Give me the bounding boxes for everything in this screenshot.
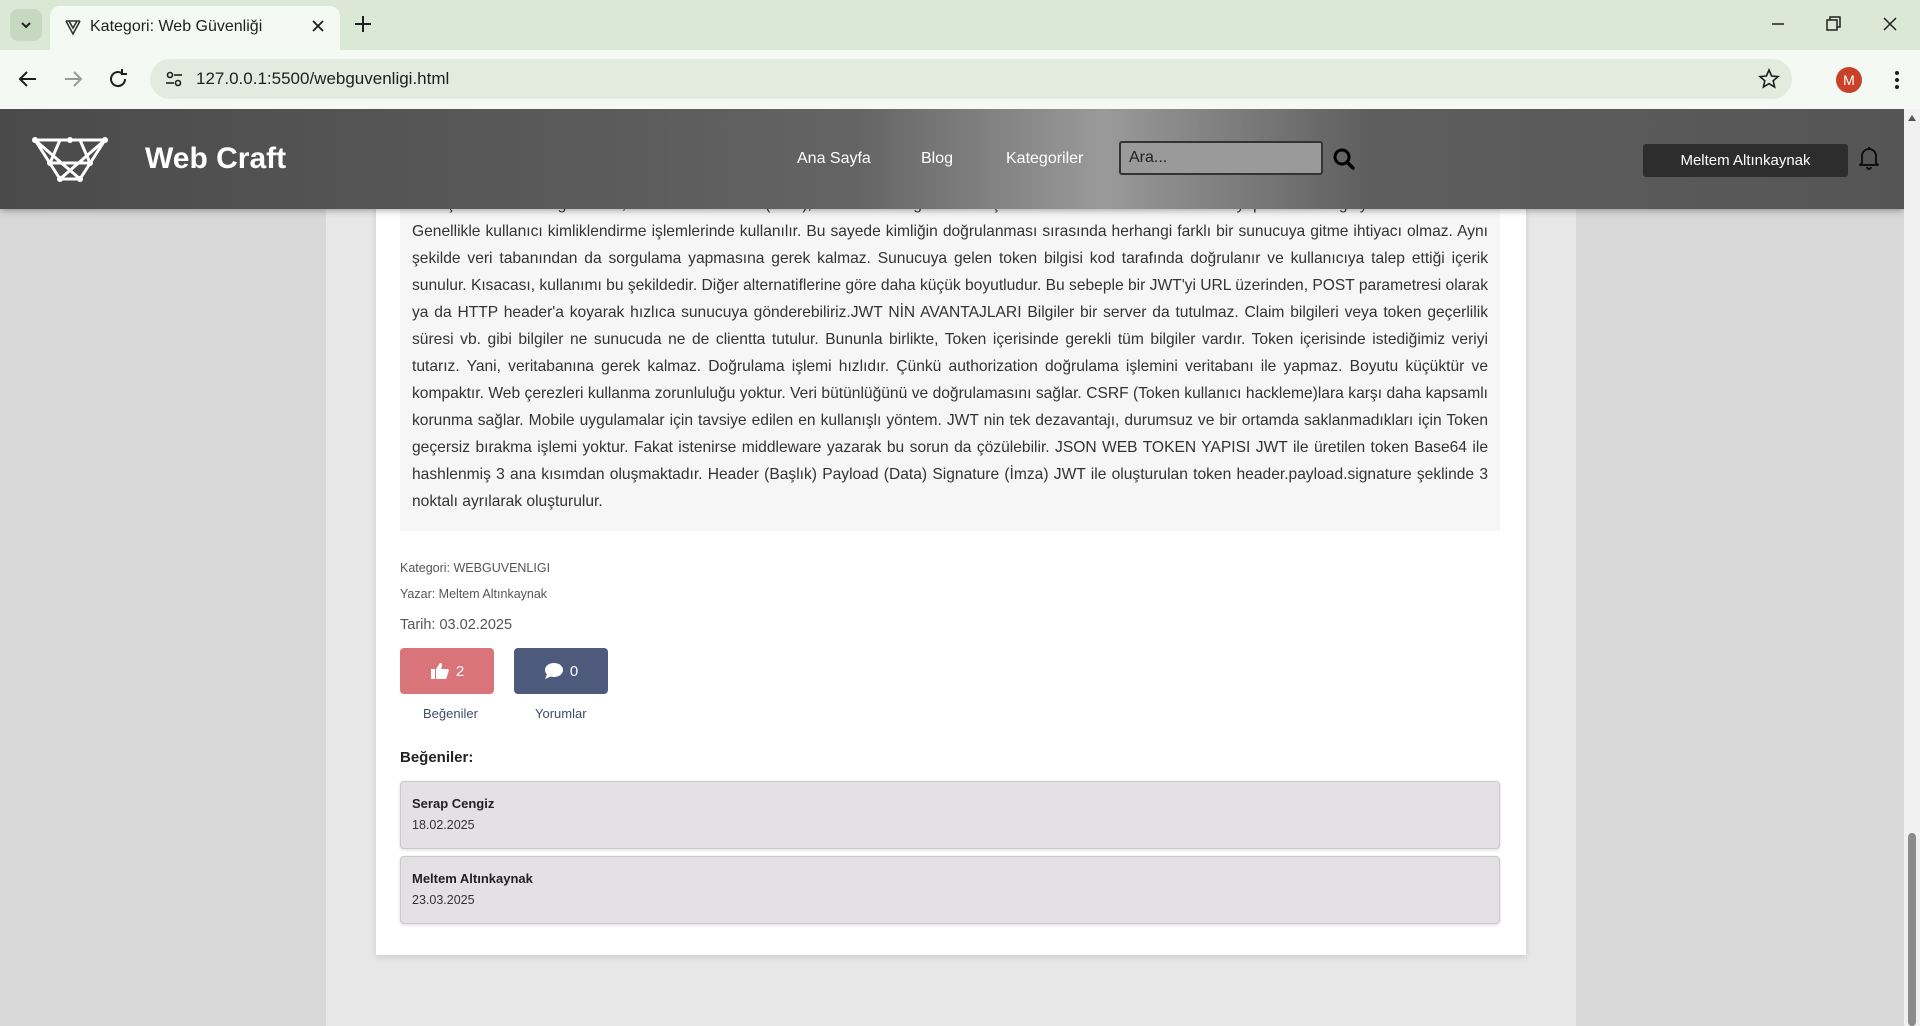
browser-tab-strip: Kategori: Web Güvenliği — [0, 0, 1920, 50]
like-user-name: Serap Cengiz — [412, 796, 495, 811]
comment-bubble-icon — [544, 663, 563, 679]
url-text[interactable]: 127.0.0.1:5500/webguvenligi.html — [196, 69, 449, 89]
article-category: Kategori: WEBGUVENLIGI — [400, 561, 551, 575]
address-bar[interactable]: 127.0.0.1:5500/webguvenligi.html — [150, 59, 1792, 99]
scroll-up-arrow-icon[interactable] — [1908, 115, 1916, 121]
tab-search-button[interactable] — [10, 9, 42, 41]
nav-link-categories[interactable]: Kategoriler — [1006, 150, 1083, 168]
minimize-icon[interactable] — [1767, 13, 1789, 35]
search-icon[interactable] — [1333, 148, 1355, 170]
article-body: Basitçe ifade etmek gerekirse, JSON Web … — [412, 196, 1489, 510]
profile-avatar[interactable]: M — [1836, 67, 1862, 93]
page-scrollbar[interactable] — [1904, 109, 1920, 1026]
comment-count: 0 — [569, 662, 579, 680]
like-date: 18.02.2025 — [412, 818, 475, 832]
active-tab[interactable]: Kategori: Web Güvenliği — [50, 6, 340, 50]
article-card: Basitçe ifade etmek gerekirse, JSON Web … — [376, 109, 1526, 955]
like-entry: Meltem Altınkaynak 23.03.2025 — [400, 856, 1500, 924]
like-count: 2 — [455, 662, 465, 680]
web-craft-favicon-icon — [65, 20, 81, 36]
nav-link-blog[interactable]: Blog — [921, 150, 953, 168]
like-user-name: Meltem Altınkaynak — [412, 871, 533, 886]
like-date: 23.03.2025 — [412, 893, 475, 907]
like-caption: Beğeniler — [423, 706, 478, 721]
more-menu-icon[interactable] — [1886, 68, 1908, 92]
article-author: Yazar: Meltem Altınkaynak — [400, 587, 548, 601]
nav-link-home[interactable]: Ana Sayfa — [797, 150, 871, 168]
user-menu-button[interactable]: Meltem Altınkaynak — [1643, 144, 1848, 177]
forward-arrow-icon[interactable] — [61, 67, 85, 91]
article-date: Tarih: 03.02.2025 — [400, 617, 513, 633]
window-close-icon[interactable] — [1879, 13, 1901, 35]
brand-name[interactable]: Web Craft — [145, 142, 286, 176]
page-viewport: Basitçe ifade etmek gerekirse, JSON Web … — [0, 109, 1904, 1026]
search-input[interactable] — [1119, 141, 1323, 175]
close-icon[interactable] — [310, 18, 326, 34]
article-content: Basitçe ifade etmek gerekirse, JSON Web … — [400, 196, 1500, 531]
comment-button[interactable]: 0 — [514, 648, 608, 694]
tab-title: Kategori: Web Güvenliği — [90, 18, 263, 35]
chevron-down-icon — [21, 22, 31, 29]
reload-icon[interactable] — [106, 67, 130, 91]
site-settings-icon[interactable] — [164, 69, 184, 89]
thumbs-up-icon — [430, 663, 449, 679]
bookmark-star-icon[interactable] — [1758, 68, 1780, 90]
restore-icon[interactable] — [1822, 13, 1844, 35]
likes-heading: Beğeniler: — [400, 749, 474, 766]
comment-caption: Yorumlar — [535, 706, 587, 721]
like-entry: Serap Cengiz 18.02.2025 — [400, 781, 1500, 849]
browser-toolbar: 127.0.0.1:5500/webguvenligi.html — [0, 50, 1920, 110]
scrollbar-thumb[interactable] — [1908, 833, 1916, 1026]
web-craft-logo-icon[interactable] — [32, 135, 108, 183]
new-tab-plus-icon[interactable] — [352, 13, 374, 35]
back-arrow-icon[interactable] — [16, 67, 40, 91]
site-header: Web Craft Ana Sayfa Blog Kategoriler Mel… — [0, 109, 1904, 209]
bell-icon[interactable] — [1857, 145, 1881, 171]
like-button[interactable]: 2 — [400, 648, 494, 694]
